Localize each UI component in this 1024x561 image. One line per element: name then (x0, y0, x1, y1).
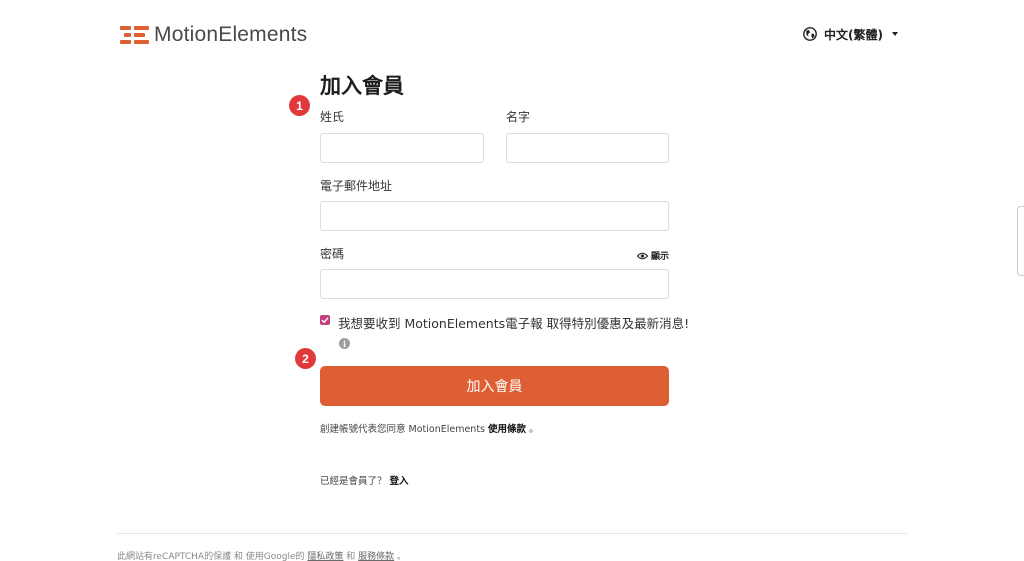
chevron-down-icon (891, 32, 898, 36)
email-label: 電子郵件地址 (320, 179, 393, 193)
language-label: 中文(繁體) (824, 27, 883, 42)
last-name-label: 姓氏 (320, 110, 345, 124)
password-input[interactable] (320, 269, 669, 299)
email-input[interactable] (320, 201, 669, 231)
login-prefix: 已經是會員了？ (320, 476, 390, 487)
login-link[interactable]: 登入 (390, 476, 409, 487)
step-badge-2: 2 (295, 348, 316, 369)
page-title: 加入會員 (320, 74, 404, 98)
first-name-label: 名字 (506, 110, 531, 124)
show-password-label: 顯示 (651, 252, 670, 262)
recaptcha-notice: 此網站有reCAPTCHA的保護 和 使用Google的 隱私政策 和 服務條款… (117, 549, 406, 561)
join-button[interactable]: 加入會員 (320, 366, 669, 406)
show-password-toggle[interactable]: 顯示 (637, 249, 669, 262)
check-icon (321, 317, 329, 324)
footer-and: 和 (343, 552, 359, 561)
terms-notice: 創建帳號代表您同意 MotionElements 使用條款 。 (320, 421, 539, 435)
side-feedback-tab[interactable] (1017, 206, 1024, 276)
language-selector[interactable]: 中文(繁體) (803, 26, 898, 42)
logo-text: MotionElements (154, 23, 308, 46)
password-label: 密碼 (320, 247, 345, 261)
logo[interactable]: MotionElements (120, 22, 307, 48)
info-icon[interactable]: i (339, 338, 350, 349)
newsletter-checkbox[interactable] (320, 315, 330, 325)
eye-icon (637, 252, 648, 259)
logo-mark-icon (120, 26, 149, 44)
terms-link[interactable]: 使用條款 (488, 424, 526, 435)
terms-prefix: 創建帳號代表您同意 MotionElements (320, 424, 489, 435)
footer-suffix: 。 (394, 552, 407, 561)
newsletter-label[interactable]: 我想要收到 MotionElements電子報 取得特別優惠及最新消息! (338, 313, 689, 332)
footer-prefix: 此網站有reCAPTCHA的保護 和 使用Google的 (117, 552, 308, 561)
terms-suffix: 。 (526, 424, 539, 435)
login-prompt: 已經是會員了？ 登入 (320, 473, 409, 487)
terms-of-service-link[interactable]: 服務條款 (358, 552, 394, 561)
last-name-input[interactable] (320, 133, 484, 163)
footer-divider (117, 533, 907, 534)
privacy-policy-link[interactable]: 隱私政策 (307, 552, 343, 561)
step-badge-1: 1 (289, 95, 310, 116)
globe-icon (803, 27, 817, 41)
first-name-input[interactable] (506, 133, 669, 163)
